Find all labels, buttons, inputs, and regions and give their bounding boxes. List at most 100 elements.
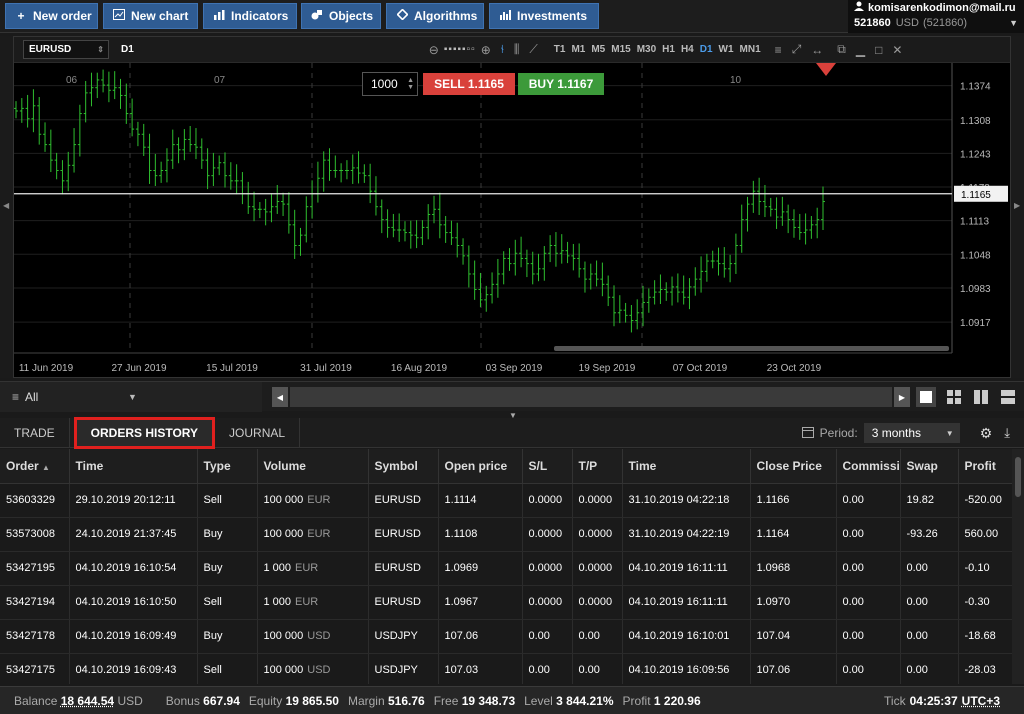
cell-swap-value: 0.00 [906,630,928,642]
algorithms-button[interactable]: Algorithms [386,3,484,29]
table-row[interactable]: 53603329 29.10.2019 20:12:11 Sell 100 000 EU… [0,483,1012,518]
maximize-icon[interactable]: □ [870,43,887,57]
timezone-select[interactable]: UTC+3 [962,694,1000,708]
cell-time: 04.10.2019 16:10:54 [69,551,198,586]
objects-button[interactable]: Objects [301,3,381,29]
col-commission[interactable]: Commissi [836,449,901,484]
col-open-price[interactable]: Open price [438,449,523,484]
table-row[interactable]: 53427194 04.10.2019 16:10:50 Sell 1 000 EUR E… [0,585,1012,620]
scroll-right-button[interactable]: ▶ [894,387,910,407]
new-order-button[interactable]: + New order [5,3,98,29]
table-row[interactable]: 53427178 04.10.2019 16:09:49 Buy 100 000 USD… [0,619,1012,654]
tf-D1[interactable]: D1 [697,44,716,55]
col-time[interactable]: Time [69,449,198,484]
table-row[interactable]: 53427195 04.10.2019 16:10:54 Buy 1 000 EUR EU… [0,551,1012,586]
col-profit[interactable]: Profit [958,449,1012,484]
cell-type: Buy [197,551,258,586]
y-tick-label: 1.0983 [960,284,991,295]
line-chart-icon[interactable]: ⟋ [524,42,542,57]
indicators-button[interactable]: Indicators [203,3,297,29]
cell-volume-value: 100 000 [263,630,304,642]
tf-M1[interactable]: M1 [568,44,588,55]
quantity-input[interactable]: 1000 ▲ ▼ [362,72,418,96]
minimize-icon[interactable]: ▁ [851,43,870,57]
col-swap[interactable]: Swap [900,449,959,484]
table-scrollbar[interactable] [1012,449,1024,684]
detach-icon[interactable]: ⧉ [832,42,851,57]
col-type[interactable]: Type [197,449,258,484]
sort-asc-icon: ▲ [42,462,50,472]
tf-M15[interactable]: M15 [608,44,633,55]
price-chart[interactable]: 1.13741.13081.12431.11781.11131.10481.09… [14,63,1010,377]
layout-columns-icon[interactable] [971,387,991,407]
quantity-spinner-icon[interactable]: ▲ ▼ [407,77,414,91]
gear-icon[interactable]: ⚙ [980,425,993,442]
chart-filter-select[interactable]: ≡ All ▼ [0,382,262,412]
y-tick-label: 1.0917 [960,318,991,329]
symbol-select[interactable]: EURUSD ⇕ [23,40,109,59]
crosshair-icon[interactable]: ⫮ [496,42,509,57]
new-chart-button[interactable]: New chart [103,3,198,29]
col-order[interactable]: Order ▲ [0,449,70,484]
fit-width-icon[interactable]: ↔ [806,43,828,57]
cell-swap-value: 0.00 [906,562,928,574]
buy-button[interactable]: BUY 1.1167 [518,73,604,95]
period-select[interactable]: 3 months ▼ [863,423,960,443]
zoom-out-icon[interactable]: ⊖ [424,43,444,57]
investments-button[interactable]: Investments [489,3,599,29]
layout-rows-icon[interactable] [998,387,1018,407]
table-row[interactable]: 53573008 24.10.2019 21:37:45 Buy 100 000 EUR… [0,517,1012,552]
layout-single-icon[interactable] [916,387,936,407]
right-panel-handle[interactable]: ▶ [1011,36,1024,378]
account-dropdown-icon[interactable]: ▼ [1009,18,1018,28]
cell-tp-value: 0.00 [578,630,600,642]
indicator-list-icon[interactable]: ≡ [770,43,787,57]
chart-hscroll-thumb [554,346,949,351]
tab-journal[interactable]: JOURNAL [215,417,301,448]
table-row[interactable]: 53427175 04.10.2019 16:09:43 Sell 100 000 US… [0,653,1012,684]
current-price-label: 1.1165 [961,190,991,201]
cell-volume-currency: USD [307,664,331,676]
tf-W1[interactable]: W1 [716,44,737,55]
tf-M5[interactable]: M5 [588,44,608,55]
cell-type: Buy [197,517,258,552]
export-icon[interactable]: ⤓ [1004,425,1010,441]
zoom-in-icon[interactable]: ⊕ [476,43,496,57]
cell-tp: 0.0000 [572,483,623,518]
layout-grid-icon[interactable] [944,387,964,407]
trading-app: + New order New chart Indicators Objects [0,0,1024,714]
scrollbar-thumb[interactable] [1015,457,1021,497]
cell-swap-value: -93.26 [906,528,938,540]
account-panel[interactable]: komisarenkodimon@mail.ru 521860 USD (521… [848,0,1024,33]
sell-button[interactable]: SELL 1.1165 [423,73,515,95]
tf-M30[interactable]: M30 [634,44,659,55]
scroll-left-button[interactable]: ◀ [272,387,288,407]
tf-H1[interactable]: H1 [659,44,678,55]
cell-close: 1.1164 [750,517,837,552]
tf-T1[interactable]: T1 [551,44,569,55]
col-tp[interactable]: T/P [572,449,623,484]
col-close-price[interactable]: Close Price [750,449,837,484]
candle-type-icon[interactable]: ⫼ [509,42,525,57]
balance-value[interactable]: 18 644.54 [61,694,114,708]
cell-comm-value: 0.00 [842,494,864,506]
cell-symbol: USDJPY [368,653,439,684]
chart-tabs-scrollbar[interactable] [290,387,892,407]
col-close-time[interactable]: Time [622,449,751,484]
col-symbol[interactable]: Symbol [368,449,439,484]
cell-volume: 1 000 EUR [257,585,369,620]
col-volume[interactable]: Volume [257,449,369,484]
close-icon[interactable]: ✕ [887,43,907,57]
tab-trade[interactable]: TRADE [0,417,70,448]
cell-tp-value: 0.0000 [578,596,613,608]
cell-close-value: 107.06 [756,664,791,676]
expand-icon[interactable]: ⤢ [787,42,807,57]
status-bar: Balance 18 644.54 USD Bonus 667.94 Equit… [0,686,1024,714]
right-arrow-icon: ▶ [1014,201,1021,210]
tf-MN1[interactable]: MN1 [737,44,764,55]
left-panel-handle[interactable]: ◀ [0,36,13,378]
y-tick-label: 1.1048 [960,250,991,261]
tab-orders-history[interactable]: ORDERS HISTORY [73,416,216,449]
tf-H4[interactable]: H4 [678,44,697,55]
col-sl[interactable]: S/L [522,449,573,484]
